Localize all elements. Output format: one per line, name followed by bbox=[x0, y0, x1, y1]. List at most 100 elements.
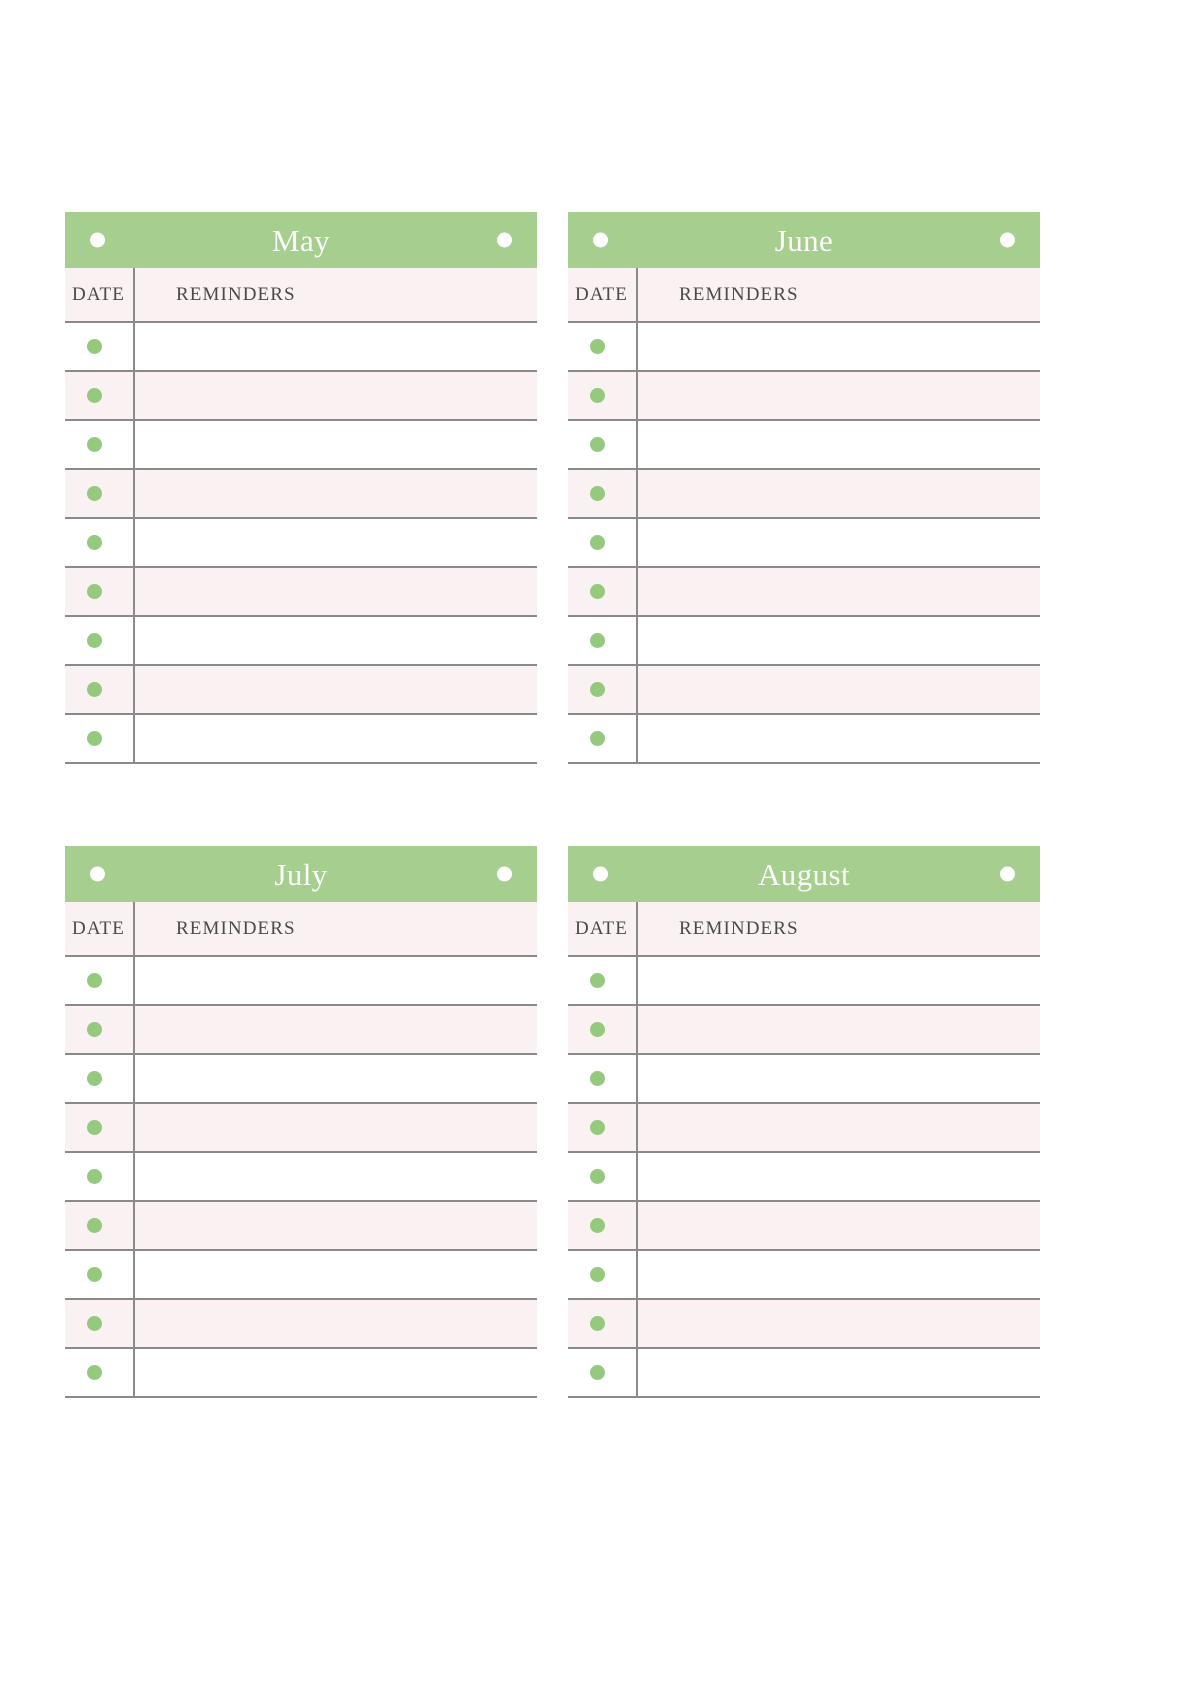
table-row[interactable] bbox=[568, 518, 1040, 568]
date-cell[interactable] bbox=[65, 420, 135, 470]
date-cell[interactable] bbox=[568, 665, 638, 715]
table-row[interactable] bbox=[65, 714, 537, 764]
table-row[interactable] bbox=[568, 1299, 1040, 1349]
date-cell[interactable] bbox=[568, 420, 638, 470]
date-cell[interactable] bbox=[568, 1152, 638, 1202]
date-cell[interactable] bbox=[65, 1152, 135, 1202]
date-cell[interactable] bbox=[568, 567, 638, 617]
date-cell[interactable] bbox=[65, 322, 135, 372]
date-cell[interactable] bbox=[65, 1103, 135, 1153]
date-cell[interactable] bbox=[568, 714, 638, 764]
date-cell[interactable] bbox=[568, 1103, 638, 1153]
date-cell[interactable] bbox=[65, 1299, 135, 1349]
table-row[interactable] bbox=[65, 371, 537, 421]
table-row[interactable] bbox=[568, 616, 1040, 666]
reminder-cell[interactable] bbox=[134, 1103, 537, 1153]
date-cell[interactable] bbox=[568, 469, 638, 519]
reminder-cell[interactable] bbox=[134, 1152, 537, 1202]
table-row[interactable] bbox=[65, 1005, 537, 1055]
reminder-cell[interactable] bbox=[637, 322, 1040, 372]
reminder-cell[interactable] bbox=[134, 469, 537, 519]
reminder-cell[interactable] bbox=[134, 1250, 537, 1300]
date-cell[interactable] bbox=[65, 1054, 135, 1104]
reminder-cell[interactable] bbox=[134, 567, 537, 617]
table-row[interactable] bbox=[568, 371, 1040, 421]
reminder-cell[interactable] bbox=[134, 518, 537, 568]
table-row[interactable] bbox=[65, 1299, 537, 1349]
reminder-cell[interactable] bbox=[637, 1348, 1040, 1398]
table-row[interactable] bbox=[65, 1103, 537, 1153]
reminder-cell[interactable] bbox=[637, 1201, 1040, 1251]
reminder-cell[interactable] bbox=[637, 714, 1040, 764]
date-cell[interactable] bbox=[65, 956, 135, 1006]
date-cell[interactable] bbox=[65, 567, 135, 617]
reminder-cell[interactable] bbox=[637, 567, 1040, 617]
date-cell[interactable] bbox=[568, 1250, 638, 1300]
date-cell[interactable] bbox=[568, 322, 638, 372]
date-cell[interactable] bbox=[568, 1201, 638, 1251]
table-row[interactable] bbox=[65, 420, 537, 470]
table-row[interactable] bbox=[65, 1054, 537, 1104]
reminder-cell[interactable] bbox=[134, 616, 537, 666]
table-row[interactable] bbox=[568, 1201, 1040, 1251]
table-row[interactable] bbox=[568, 1250, 1040, 1300]
reminder-cell[interactable] bbox=[637, 1152, 1040, 1202]
reminder-cell[interactable] bbox=[637, 420, 1040, 470]
reminder-cell[interactable] bbox=[134, 322, 537, 372]
table-row[interactable] bbox=[65, 469, 537, 519]
date-cell[interactable] bbox=[65, 518, 135, 568]
table-row[interactable] bbox=[568, 1152, 1040, 1202]
table-row[interactable] bbox=[568, 1348, 1040, 1398]
table-row[interactable] bbox=[65, 1152, 537, 1202]
reminder-cell[interactable] bbox=[637, 1299, 1040, 1349]
reminder-cell[interactable] bbox=[637, 665, 1040, 715]
date-cell[interactable] bbox=[568, 371, 638, 421]
reminder-cell[interactable] bbox=[637, 1005, 1040, 1055]
date-cell[interactable] bbox=[65, 1250, 135, 1300]
table-row[interactable] bbox=[65, 322, 537, 372]
reminder-cell[interactable] bbox=[134, 371, 537, 421]
date-cell[interactable] bbox=[568, 1054, 638, 1104]
table-row[interactable] bbox=[65, 1250, 537, 1300]
date-cell[interactable] bbox=[65, 1201, 135, 1251]
date-cell[interactable] bbox=[568, 1299, 638, 1349]
reminder-cell[interactable] bbox=[637, 371, 1040, 421]
reminder-cell[interactable] bbox=[637, 469, 1040, 519]
table-row[interactable] bbox=[65, 616, 537, 666]
reminder-cell[interactable] bbox=[134, 1005, 537, 1055]
date-cell[interactable] bbox=[568, 518, 638, 568]
date-cell[interactable] bbox=[65, 371, 135, 421]
reminder-cell[interactable] bbox=[637, 1054, 1040, 1104]
table-row[interactable] bbox=[65, 956, 537, 1006]
table-row[interactable] bbox=[568, 1005, 1040, 1055]
reminder-cell[interactable] bbox=[637, 1103, 1040, 1153]
date-cell[interactable] bbox=[65, 714, 135, 764]
reminder-cell[interactable] bbox=[134, 1299, 537, 1349]
table-row[interactable] bbox=[568, 420, 1040, 470]
reminder-cell[interactable] bbox=[134, 420, 537, 470]
table-row[interactable] bbox=[568, 322, 1040, 372]
date-cell[interactable] bbox=[65, 616, 135, 666]
table-row[interactable] bbox=[65, 665, 537, 715]
reminder-cell[interactable] bbox=[134, 956, 537, 1006]
date-cell[interactable] bbox=[65, 469, 135, 519]
table-row[interactable] bbox=[65, 1348, 537, 1398]
reminder-cell[interactable] bbox=[134, 714, 537, 764]
table-row[interactable] bbox=[568, 469, 1040, 519]
date-cell[interactable] bbox=[65, 1005, 135, 1055]
reminder-cell[interactable] bbox=[637, 518, 1040, 568]
date-cell[interactable] bbox=[65, 1348, 135, 1398]
table-row[interactable] bbox=[568, 714, 1040, 764]
date-cell[interactable] bbox=[65, 665, 135, 715]
reminder-cell[interactable] bbox=[134, 1054, 537, 1104]
table-row[interactable] bbox=[568, 1054, 1040, 1104]
reminder-cell[interactable] bbox=[637, 956, 1040, 1006]
table-row[interactable] bbox=[568, 1103, 1040, 1153]
reminder-cell[interactable] bbox=[134, 665, 537, 715]
table-row[interactable] bbox=[65, 1201, 537, 1251]
table-row[interactable] bbox=[65, 518, 537, 568]
date-cell[interactable] bbox=[568, 616, 638, 666]
reminder-cell[interactable] bbox=[134, 1348, 537, 1398]
table-row[interactable] bbox=[568, 956, 1040, 1006]
reminder-cell[interactable] bbox=[637, 1250, 1040, 1300]
